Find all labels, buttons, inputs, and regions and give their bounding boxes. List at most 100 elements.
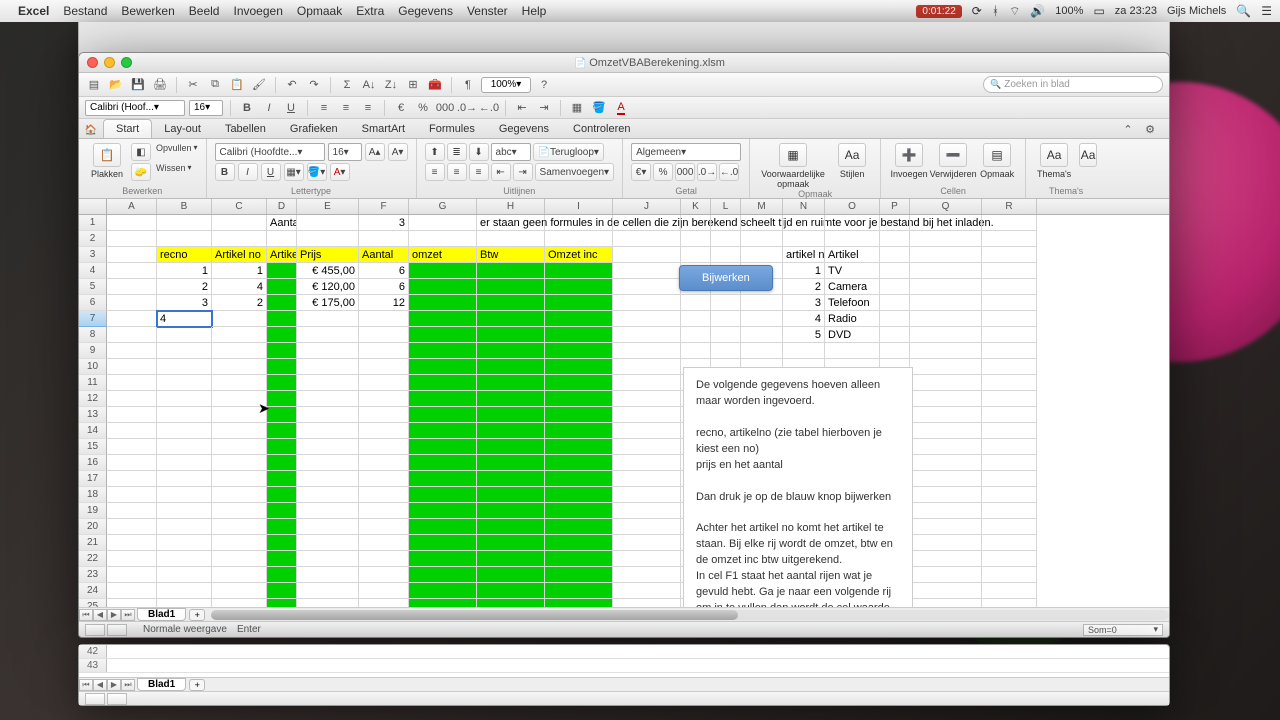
align-top-icon[interactable]: ⬆	[425, 143, 445, 161]
cell[interactable]	[982, 583, 1037, 599]
screen-recorder-timer[interactable]: 0:01:22	[916, 5, 961, 18]
cell[interactable]	[157, 487, 212, 503]
clear-button[interactable]: 🧽	[131, 163, 151, 181]
window-titlebar[interactable]: OmzetVBABerekening.xlsm	[79, 53, 1169, 73]
cell[interactable]	[880, 231, 910, 247]
app-name[interactable]: Excel	[18, 4, 49, 18]
cell[interactable]	[107, 359, 157, 375]
cell[interactable]	[910, 391, 982, 407]
cell[interactable]	[107, 343, 157, 359]
cell[interactable]	[359, 423, 409, 439]
tab-gegevens[interactable]: Gegevens	[487, 120, 561, 138]
cell[interactable]	[982, 599, 1037, 607]
zoom-button[interactable]	[121, 57, 132, 68]
cell-calc[interactable]	[545, 503, 613, 519]
cell-calc[interactable]	[409, 583, 477, 599]
cell-calc[interactable]	[545, 279, 613, 295]
cell[interactable]	[157, 503, 212, 519]
cell[interactable]	[613, 295, 681, 311]
cell[interactable]	[681, 231, 711, 247]
toolbox-icon[interactable]: 🧰	[426, 76, 444, 94]
cell[interactable]	[359, 551, 409, 567]
cell[interactable]	[107, 327, 157, 343]
tab-smartart[interactable]: SmartArt	[350, 120, 417, 138]
row-header[interactable]: 1	[79, 215, 107, 231]
cell[interactable]	[982, 295, 1037, 311]
column-header[interactable]: C	[212, 199, 267, 214]
paste-button[interactable]: 📋Plakken	[87, 143, 127, 179]
row-header[interactable]: 2	[79, 231, 107, 247]
cell[interactable]	[359, 343, 409, 359]
cell-calc[interactable]	[477, 263, 545, 279]
indent-less-icon[interactable]: ⇤	[513, 99, 531, 117]
table-header[interactable]: Artikel no	[212, 247, 267, 263]
lookup-no[interactable]: 2	[783, 279, 825, 295]
sort-asc-icon[interactable]: A↓	[360, 76, 378, 94]
wrap-text-button[interactable]: 📄 Terugloop ▾	[533, 143, 604, 161]
cell[interactable]	[157, 423, 212, 439]
cell-calc[interactable]	[409, 599, 477, 607]
cell-calc[interactable]	[477, 423, 545, 439]
cell[interactable]	[107, 455, 157, 471]
cell[interactable]	[613, 407, 681, 423]
cell-calc[interactable]	[477, 279, 545, 295]
notification-center-icon[interactable]: ☰	[1261, 4, 1272, 18]
ribbon-fontcolor-icon[interactable]: A▾	[330, 163, 350, 181]
cell[interactable]	[613, 503, 681, 519]
row-header[interactable]: 11	[79, 375, 107, 391]
cell[interactable]	[212, 423, 267, 439]
cell-aantal[interactable]: 12	[359, 295, 409, 311]
cell[interactable]	[910, 567, 982, 583]
cell[interactable]	[359, 407, 409, 423]
cell[interactable]	[982, 327, 1037, 343]
cell[interactable]	[359, 567, 409, 583]
cell[interactable]	[825, 215, 880, 231]
cell-calc[interactable]	[477, 343, 545, 359]
zoom-select[interactable]: 100% ▾	[481, 77, 531, 93]
cell[interactable]	[157, 231, 212, 247]
row-header[interactable]: 24	[79, 583, 107, 599]
row-header[interactable]: 17	[79, 471, 107, 487]
align-right-icon[interactable]: ≡	[359, 99, 377, 117]
cell-calc[interactable]	[477, 567, 545, 583]
menubar-user[interactable]: Gijs Michels	[1167, 5, 1226, 17]
menu-opmaak[interactable]: Opmaak	[297, 4, 342, 18]
cell-calc[interactable]	[409, 295, 477, 311]
status-sum-select[interactable]: Som=0▾	[1083, 624, 1163, 636]
cell[interactable]	[681, 327, 711, 343]
menu-beeld[interactable]: Beeld	[189, 4, 220, 18]
cell[interactable]	[212, 455, 267, 471]
cell[interactable]	[297, 231, 359, 247]
cell[interactable]	[681, 295, 711, 311]
align-mid-icon[interactable]: ≣	[447, 143, 467, 161]
tab-grafieken[interactable]: Grafieken	[278, 120, 350, 138]
cell[interactable]	[982, 535, 1037, 551]
dec-dec-btn[interactable]: ←.0	[719, 163, 739, 181]
cell[interactable]	[107, 551, 157, 567]
row-header[interactable]: 9	[79, 343, 107, 359]
cell-artikel[interactable]	[267, 263, 297, 279]
cell-calc[interactable]	[545, 551, 613, 567]
cell[interactable]	[613, 535, 681, 551]
cell[interactable]	[711, 215, 741, 231]
cell[interactable]	[880, 247, 910, 263]
merge-button[interactable]: Samenvoegen ▾	[535, 163, 615, 181]
row-header[interactable]: 14	[79, 423, 107, 439]
horizontal-scrollbar[interactable]	[211, 610, 1169, 620]
cell[interactable]	[910, 423, 982, 439]
cell[interactable]	[107, 263, 157, 279]
cell[interactable]	[880, 311, 910, 327]
cell-calc[interactable]	[477, 455, 545, 471]
cell[interactable]	[613, 487, 681, 503]
cell[interactable]	[107, 215, 157, 231]
cell[interactable]	[297, 487, 359, 503]
cell-calc[interactable]	[545, 295, 613, 311]
cell[interactable]	[297, 359, 359, 375]
cell-calc[interactable]	[545, 423, 613, 439]
tab-nav-next[interactable]: ▶	[107, 609, 121, 621]
cell-prijs[interactable]: € 455,00	[297, 263, 359, 279]
row-header[interactable]: 4	[79, 263, 107, 279]
menu-invoegen[interactable]: Invoegen	[233, 4, 282, 18]
bold-icon[interactable]: B	[238, 99, 256, 117]
italic-icon[interactable]: I	[260, 99, 278, 117]
